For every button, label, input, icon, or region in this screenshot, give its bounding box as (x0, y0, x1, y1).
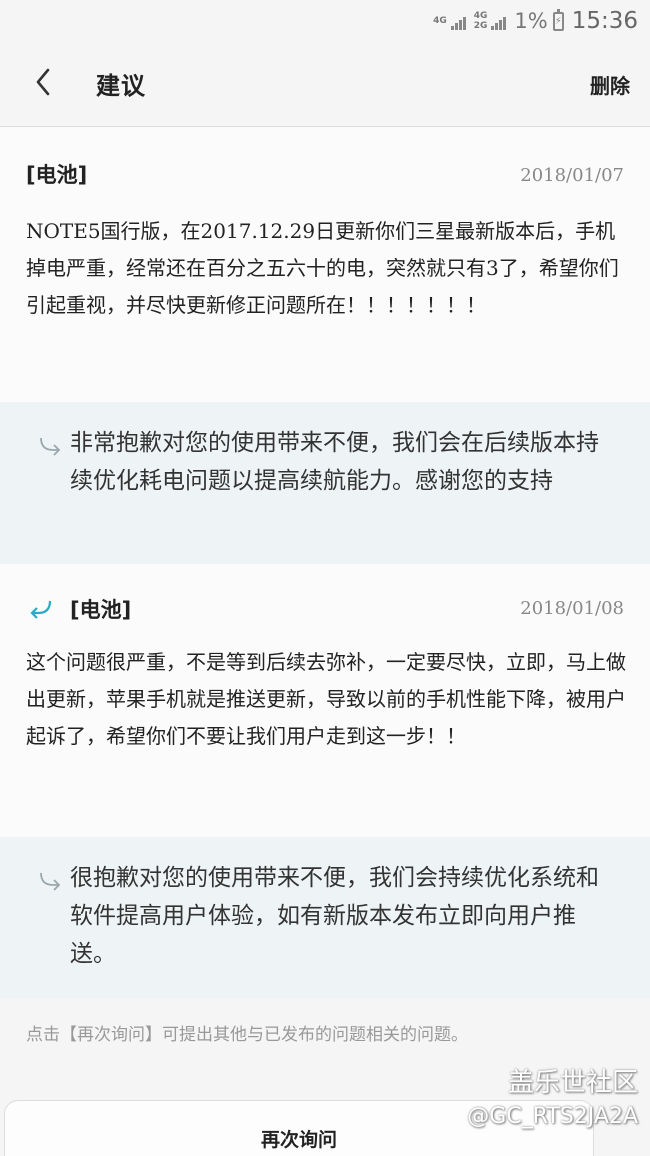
battery-percent: 1% (514, 9, 548, 33)
app-header: 建议 删除 (0, 42, 650, 127)
watermark-user: @GC_RTS2JA2A (467, 1104, 638, 1129)
signal-icon (450, 12, 466, 30)
answer-text: 很抱歉对您的使用带来不便，我们会持续优化系统和软件提高用户体验，如有新版本发布立… (70, 865, 599, 967)
signal-icon-2 (491, 12, 507, 30)
follow-up-icon (30, 600, 52, 619)
network-label: 4G (433, 16, 447, 26)
clock: 15:36 (571, 8, 638, 34)
answer-card: 很抱歉对您的使用带来不便，我们会持续优化系统和软件提高用户体验，如有新版本发布立… (0, 837, 650, 999)
network-indicator-2: 4G 2G (474, 11, 488, 31)
thread-list: [电池] 2018/01/07 NOTE5国行版，在2017.12.29日更新你… (0, 127, 650, 999)
watermark: 盖乐世社区 @GC_RTS2JA2A (467, 1066, 638, 1134)
ask-again-hint: 点击【再次询问】可提出其他与已发布的问题相关的问题。 (26, 1025, 468, 1045)
question-category: [电池] (70, 598, 132, 622)
answer-text: 非常抱歉对您的使用带来不便，我们会在后续版本持续优化耗电问题以提高续航能力。感谢… (70, 430, 599, 494)
battery-icon: ⚡ (552, 8, 564, 31)
network-label: 2G (473, 21, 488, 31)
chevron-left-icon (36, 68, 50, 96)
question-text: NOTE5国行版，在2017.12.29日更新你们三星最新版本后，手机掉电严重，… (26, 219, 619, 317)
reply-arrow-icon (40, 437, 61, 456)
question-card: [电池] 2018/01/08 这个问题很严重，不是等到后续去弥补，一定要尽快，… (0, 564, 650, 837)
question-date: 2018/01/07 (520, 165, 624, 186)
question-card: [电池] 2018/01/07 NOTE5国行版，在2017.12.29日更新你… (0, 127, 650, 402)
delete-button[interactable]: 删除 (590, 70, 630, 99)
back-button[interactable] (26, 64, 66, 104)
network-label: 4G (473, 11, 488, 21)
answer-card: 非常抱歉对您的使用带来不便，我们会在后续版本持续优化耗电问题以提高续航能力。感谢… (0, 402, 650, 564)
screen: 4G 4G 2G 1% ⚡ 15:36 建议 删除 [电池] 2018/01/0… (0, 0, 650, 1156)
page-title: 建议 (96, 72, 146, 100)
reply-arrow-icon (40, 872, 61, 891)
network-indicator: 4G (433, 16, 447, 26)
status-bar: 4G 4G 2G 1% ⚡ 15:36 (0, 0, 650, 42)
question-date: 2018/01/08 (520, 598, 624, 619)
question-text: 这个问题很严重，不是等到后续去弥补，一定要尽快，立即，马上做出更新，苹果手机就是… (26, 650, 626, 748)
question-category: [电池] (26, 163, 88, 187)
watermark-brand: 盖乐世社区 (507, 1068, 638, 1098)
